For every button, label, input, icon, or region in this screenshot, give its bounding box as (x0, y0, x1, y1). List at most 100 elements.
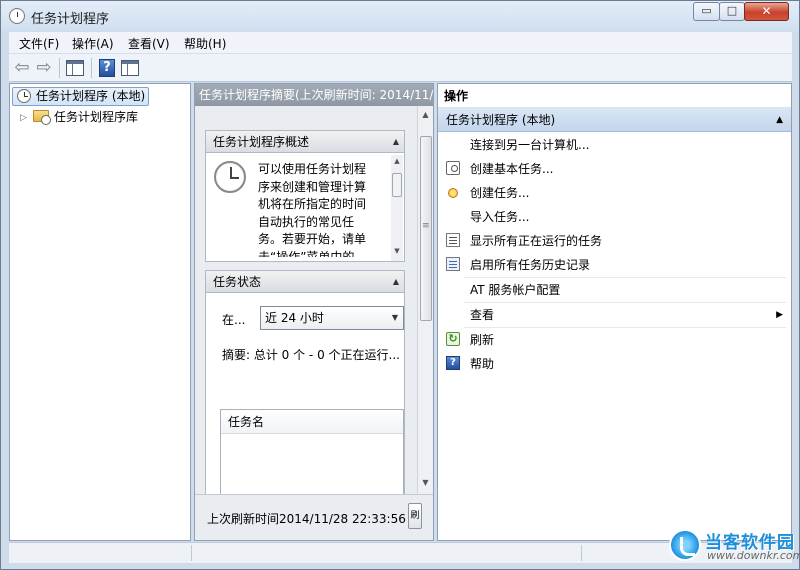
overview-section: 任务计划程序概述 ▲ 可以使用任务计划程序来创建和管理计算机将在所指定的时间自动… (205, 130, 405, 262)
action-enable-all-history[interactable]: 启用所有任务历史记录 (438, 253, 791, 277)
overview-title: 任务计划程序概述 (213, 135, 310, 149)
clock-icon (17, 89, 31, 103)
collapse-icon[interactable]: ▲ (393, 271, 399, 293)
title-bar[interactable]: 任务计划程序 ▭ □ ✕ (1, 1, 799, 31)
action-label: 帮助 (470, 357, 495, 371)
running-tasks-icon (446, 233, 460, 247)
collapse-icon[interactable]: ▲ (776, 108, 783, 132)
action-import-task[interactable]: 导入任务... (438, 205, 791, 229)
close-button[interactable]: ✕ (744, 2, 789, 21)
scroll-up-icon[interactable]: ▲ (392, 157, 402, 165)
refresh-icon: ↻ (446, 332, 460, 346)
toolbar-separator (59, 58, 60, 78)
forward-button[interactable]: ⇨ (33, 57, 55, 79)
refresh-button[interactable]: 刷 (408, 503, 422, 529)
back-arrow-icon: ⇦ (14, 57, 30, 78)
actions-header: 操作 (438, 84, 791, 108)
action-at-service-account[interactable]: AT 服务帐户配置 (438, 278, 791, 302)
action-create-task[interactable]: 创建任务... (438, 181, 791, 205)
tree-item-label: 任务计划程序库 (54, 110, 139, 124)
last-refresh-time: 上次刷新时间2014/11/28 22:33:56 (207, 512, 406, 526)
show-hide-action-pane-icon (121, 60, 139, 76)
submenu-arrow-icon: ▶ (776, 310, 783, 320)
status-bar-cell (581, 545, 681, 561)
maximize-icon: □ (726, 4, 738, 17)
collapse-icon[interactable]: ▲ (393, 131, 399, 153)
task-list-table[interactable]: 任务名 (220, 409, 404, 494)
tree-item-label: 任务计划程序 (本地) (36, 89, 146, 103)
show-hide-console-tree-icon (66, 60, 84, 76)
maximize-button[interactable]: □ (719, 2, 745, 21)
action-refresh[interactable]: ↻ 刷新 (438, 328, 791, 352)
refresh-icon: 刷 (410, 511, 420, 521)
action-help[interactable]: ? 帮助 (438, 352, 791, 376)
scroll-thumb[interactable] (392, 173, 402, 197)
show-hide-action-pane-button[interactable] (119, 57, 141, 79)
expand-arrow-icon[interactable]: ▷ (20, 109, 27, 127)
summary-header: 任务计划程序摘要(上次刷新时间: 2014/11/2 (195, 84, 433, 106)
action-label: 查看 (470, 308, 495, 322)
summary-footer: 上次刷新时间2014/11/28 22:33:56 刷 (195, 494, 433, 540)
console-tree: 任务计划程序 (本地) ▷ 任务计划程序库 (9, 83, 191, 541)
help-icon: ? (99, 59, 115, 77)
tree-item-task-scheduler-local[interactable]: 任务计划程序 (本地) (12, 87, 150, 106)
history-icon (446, 257, 460, 271)
summary-pane: 任务计划程序摘要(上次刷新时间: 2014/11/2 任务计划程序概述 ▲ 可以… (194, 83, 434, 541)
toolbar-help-button[interactable]: ? (96, 57, 118, 79)
menu-action[interactable]: 操作(A) (72, 35, 114, 52)
watermark-logo-icon (669, 529, 701, 561)
overview-text: 可以使用任务计划程序来创建和管理计算机将在所指定的时间自动执行的常见任务。若要开… (258, 162, 367, 257)
minimize-icon: ▭ (701, 4, 712, 17)
scroll-down-icon[interactable]: ▼ (392, 247, 402, 255)
overview-section-header[interactable]: 任务计划程序概述 ▲ (206, 131, 404, 153)
show-hide-console-tree-button[interactable] (64, 57, 86, 79)
scroll-up-icon[interactable]: ▲ (420, 108, 431, 122)
action-label: 刷新 (470, 333, 495, 347)
main-window: 任务计划程序 ▭ □ ✕ 文件(F) 操作(A) 查看(V) 帮助(H) ⇦ ⇨… (0, 0, 800, 570)
action-label: AT 服务帐户配置 (470, 283, 561, 297)
action-label: 创建任务... (470, 186, 530, 200)
status-bar-cell (191, 545, 581, 561)
action-display-running-tasks[interactable]: 显示所有正在运行的任务 (438, 229, 791, 253)
actions-pane: 操作 任务计划程序 (本地) ▲ 连接到另一台计算机... 创建基本任务... … (437, 83, 792, 541)
menu-help[interactable]: 帮助(H) (184, 35, 226, 52)
action-label: 创建基本任务... (470, 162, 554, 176)
menu-view[interactable]: 查看(V) (128, 35, 170, 52)
task-status-section: 任务状态 ▲ 在... 近 24 小时 ▼ 摘要: 总计 0 个 - 0 个正在… (205, 270, 405, 494)
action-connect-another-computer[interactable]: 连接到另一台计算机... (438, 133, 791, 157)
toolbar: ⇦ ⇨ ? (9, 54, 792, 82)
menu-bar: 文件(F) 操作(A) 查看(V) 帮助(H) (9, 32, 792, 54)
summary-body: 任务计划程序概述 ▲ 可以使用任务计划程序来创建和管理计算机将在所指定的时间自动… (195, 106, 417, 494)
task-status-title: 任务状态 (213, 275, 262, 289)
menu-file[interactable]: 文件(F) (19, 35, 59, 52)
task-status-section-header[interactable]: 任务状态 ▲ (206, 271, 404, 293)
scroll-down-icon[interactable]: ▼ (420, 476, 431, 490)
actions-group-label: 任务计划程序 (本地) (446, 113, 556, 127)
task-name-column-header[interactable]: 任务名 (221, 410, 403, 434)
scroll-thumb[interactable] (420, 136, 432, 321)
action-label: 显示所有正在运行的任务 (470, 234, 603, 248)
time-range-select[interactable]: 近 24 小时 ▼ (260, 306, 404, 330)
action-label: 导入任务... (470, 210, 530, 224)
filter-label: 在... (222, 313, 246, 327)
overview-scrollbar[interactable]: ▲ ▼ (391, 155, 403, 261)
toolbar-separator (91, 58, 92, 78)
summary-scrollbar[interactable]: ▲ ▼ (417, 106, 433, 494)
create-task-icon (448, 188, 458, 198)
action-create-basic-task[interactable]: 创建基本任务... (438, 157, 791, 181)
action-label: 启用所有任务历史记录 (470, 258, 591, 272)
help-icon: ? (446, 356, 460, 370)
create-basic-task-icon (446, 161, 460, 175)
actions-group-header[interactable]: 任务计划程序 (本地) ▲ (438, 108, 791, 132)
forward-arrow-icon: ⇨ (36, 57, 52, 78)
action-view[interactable]: 查看 ▶ (438, 303, 791, 327)
action-label: 连接到另一台计算机... (470, 138, 590, 152)
watermark-url: www.downkr.com (707, 549, 800, 562)
time-range-value: 近 24 小时 (265, 311, 324, 325)
task-scheduler-clock-icon (9, 8, 25, 24)
tree-item-task-scheduler-library[interactable]: ▷ 任务计划程序库 (20, 108, 138, 126)
minimize-button[interactable]: ▭ (693, 2, 720, 21)
back-button[interactable]: ⇦ (11, 57, 33, 79)
close-icon: ✕ (761, 4, 772, 18)
status-summary: 摘要: 总计 0 个 - 0 个正在运行... (222, 348, 400, 362)
